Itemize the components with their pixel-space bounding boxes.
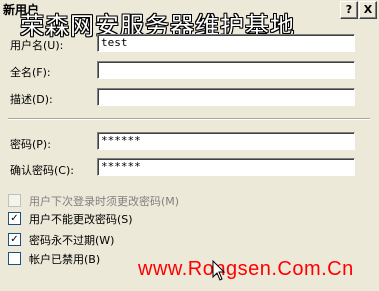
separator <box>8 118 370 120</box>
fullname-field[interactable] <box>97 61 355 79</box>
password-label: 密码(P): <box>10 138 51 151</box>
username-field[interactable]: test <box>97 34 355 52</box>
mouse-cursor-icon <box>212 260 226 281</box>
option-label: 密码永不过期(W) <box>29 234 115 247</box>
checkbox-checked-icon[interactable]: ✓ <box>8 233 21 246</box>
description-field[interactable] <box>97 88 355 106</box>
checkbox-checked-icon[interactable]: ✓ <box>8 212 21 225</box>
fullname-label: 全名(F): <box>10 66 51 79</box>
help-button[interactable]: ? <box>340 1 358 19</box>
close-button[interactable]: X <box>359 1 377 19</box>
description-label: 描述(D): <box>10 93 53 106</box>
option-label: 帐户已禁用(B) <box>29 253 101 266</box>
option-label: 用户下次登录时须更改密码(M) <box>29 195 180 208</box>
confirm-password-field[interactable]: ****** <box>97 158 355 176</box>
option-label: 用户不能更改密码(S) <box>29 213 133 226</box>
footer-watermark: www.Rongsen.Com.Cn <box>138 258 354 280</box>
checkbox-unchecked-icon[interactable] <box>8 194 21 207</box>
password-field[interactable]: ****** <box>97 132 355 150</box>
checkbox-unchecked-icon[interactable] <box>8 252 21 265</box>
username-label: 用户名(U): <box>10 39 64 52</box>
confirm-password-label: 确认密码(C): <box>10 164 74 177</box>
